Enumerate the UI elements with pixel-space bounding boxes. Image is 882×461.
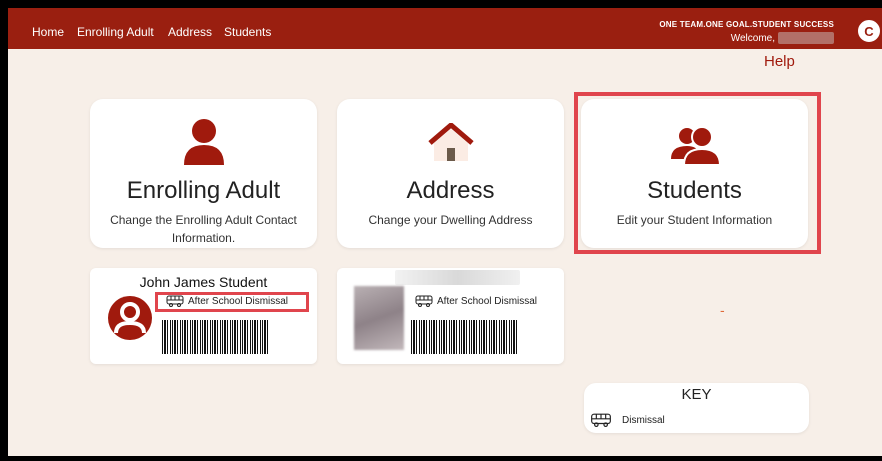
top-navbar: Home Enrolling Adult Address Students ON… [8,8,882,49]
student-1-barcode [162,320,268,354]
nav-enrolling-adult[interactable]: Enrolling Adult [77,25,154,39]
welcome-row: Welcome, [731,32,834,44]
address-title: Address [406,177,495,204]
bus-icon [415,295,433,307]
person-icon [183,119,224,165]
nav-students[interactable]: Students [224,25,271,39]
students-title: Students [647,177,742,204]
bus-icon [591,413,611,427]
slogan: ONE TEAM.ONE GOAL.STUDENT SUCCESS [659,20,834,29]
key-item-label: Dismissal [622,414,665,426]
app-frame: Home Enrolling Adult Address Students ON… [8,8,882,456]
enrolling-adult-subtitle: Change the Enrolling Adult Contact Infor… [110,213,297,245]
empty-student-slot: - [720,302,725,318]
nav-address[interactable]: Address [168,25,212,39]
welcome-user-name [778,32,834,44]
student-card-1[interactable]: John James Student After School Dismissa… [90,268,317,364]
enrolling-adult-title: Enrolling Adult [126,177,281,204]
key-card: KEY Dismissal [584,383,809,433]
student-2-dismissal-label: After School Dismissal [437,295,538,307]
logo[interactable]: C [856,18,882,44]
key-item-dismissal: Dismissal [590,413,665,427]
student-2-dismissal: After School Dismissal [415,295,537,307]
students-subtitle: Edit your Student Information [616,213,773,227]
address-subtitle: Change your Dwelling Address [368,213,533,227]
student-2-barcode [411,320,517,354]
welcome-label: Welcome, [730,32,775,44]
student-card-2[interactable]: After School Dismissal [337,268,564,364]
student-1-name: John James Student [139,274,268,290]
student-2-photo [354,286,404,350]
enrolling-adult-card[interactable]: Enrolling Adult Change the Enrolling Adu… [90,99,317,248]
key-title: KEY [681,386,712,403]
nav-home[interactable]: Home [32,25,64,39]
students-card[interactable]: Students Edit your Student Information [581,99,808,248]
student-2-name-redacted [395,270,520,285]
logo-letter: C [864,23,874,39]
student-1-dismissal-label: After School Dismissal [188,295,289,307]
house-icon [427,123,474,161]
address-card[interactable]: Address Change your Dwelling Address [337,99,564,248]
student-1-avatar [108,296,152,340]
student-1-dismissal: After School Dismissal [166,295,288,307]
help-link[interactable]: Help [764,53,795,70]
students-icon [670,126,721,165]
bus-icon [166,295,184,307]
